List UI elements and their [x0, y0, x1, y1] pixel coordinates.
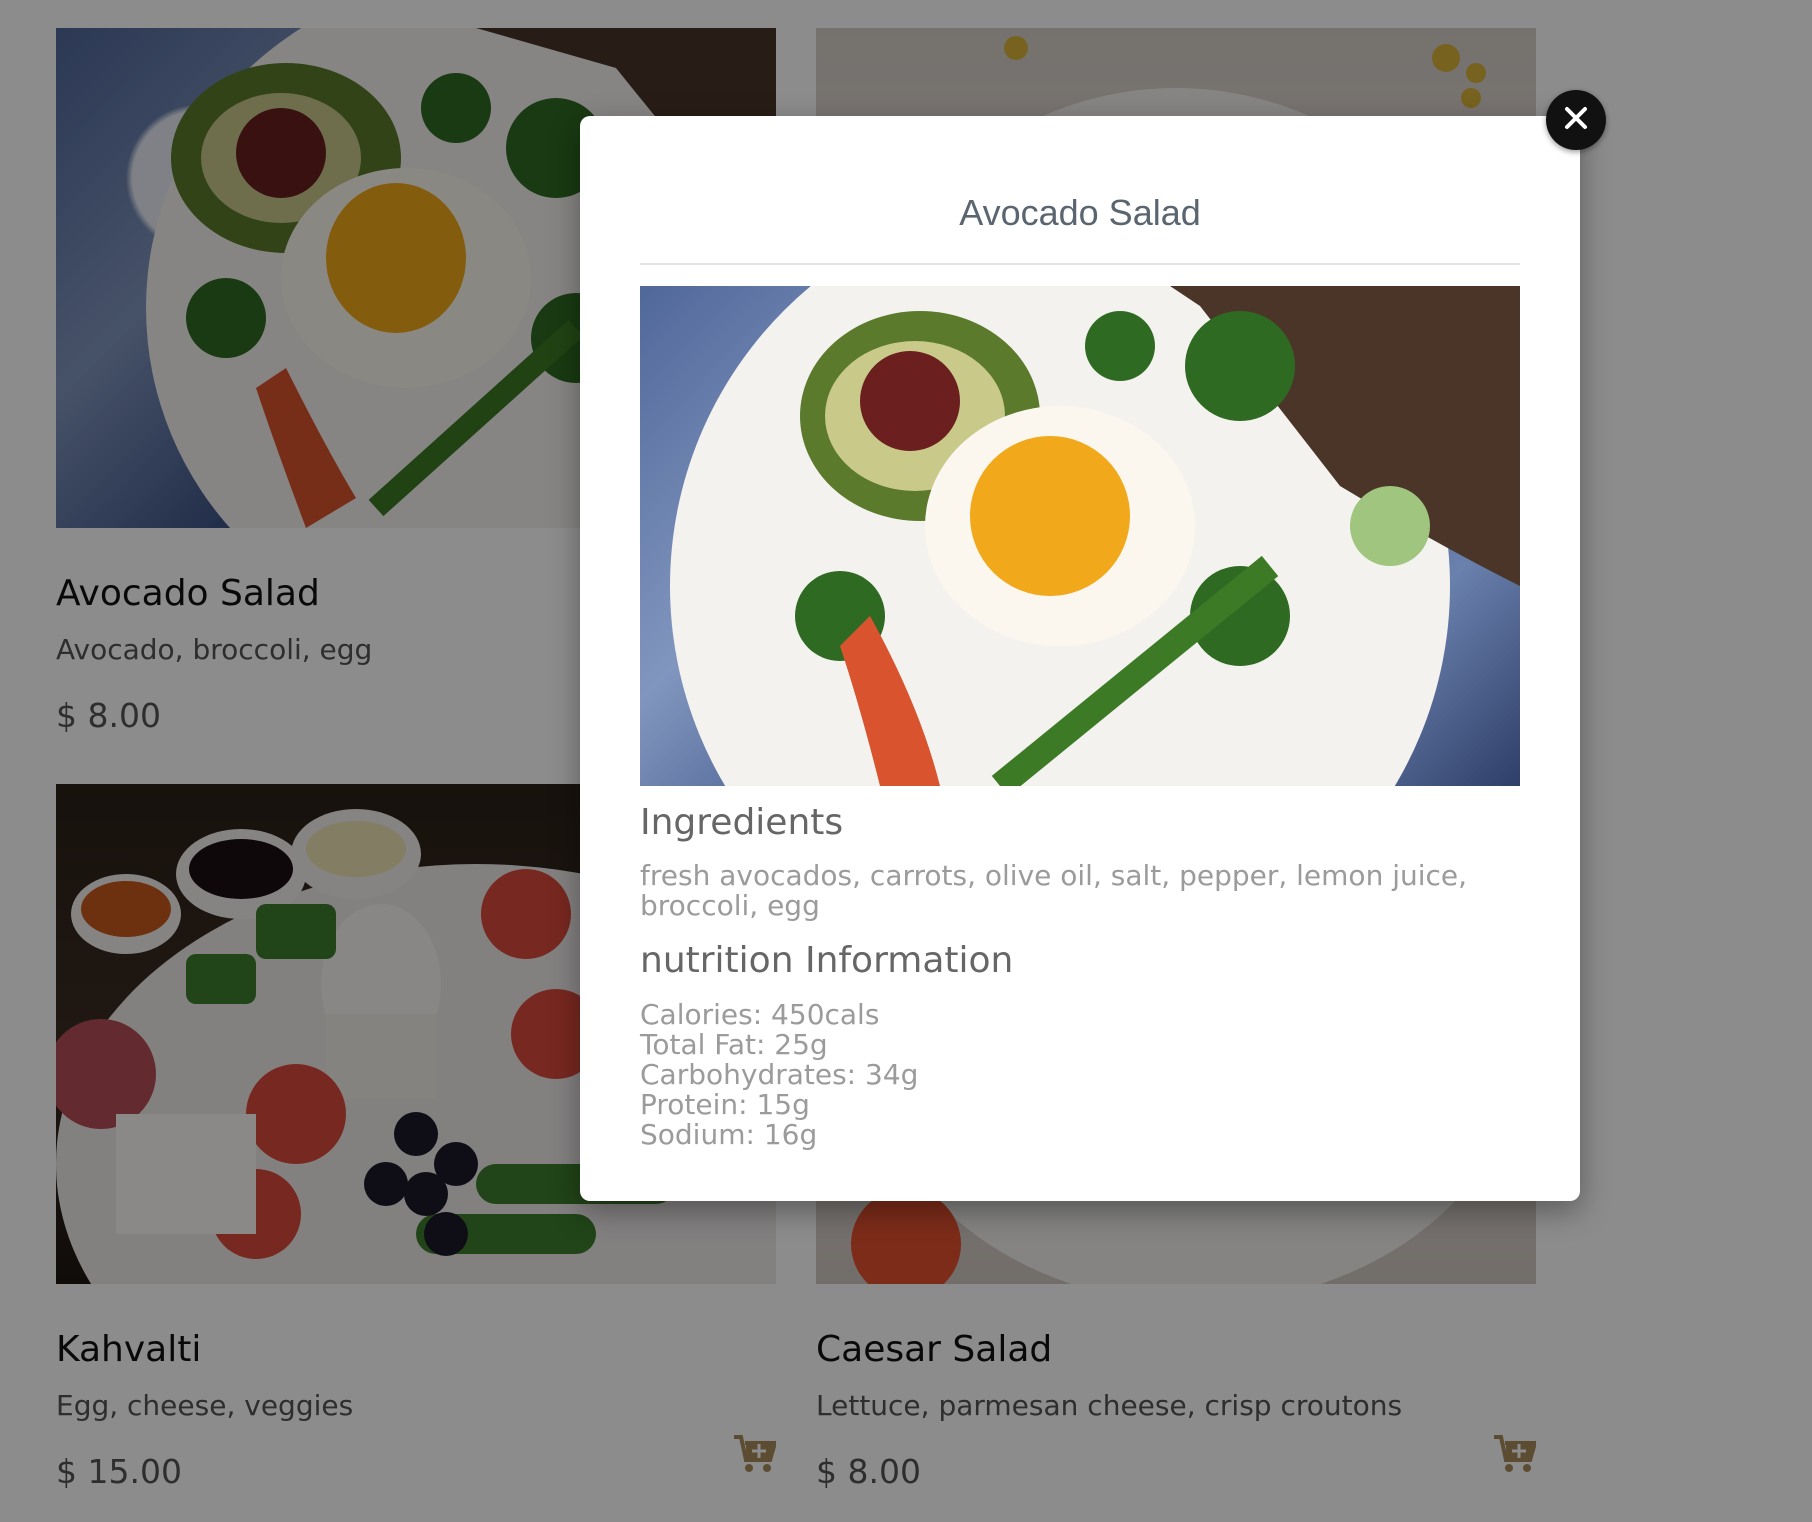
nutrition-item: Total Fat: 25g	[640, 1028, 828, 1061]
nutrition-item: Sodium: 16g	[640, 1118, 818, 1151]
divider	[640, 263, 1520, 265]
dish-details-modal: Avocado Salad Ingredients fresh avocados…	[580, 116, 1580, 1201]
modal-dish-image	[640, 286, 1520, 786]
close-button[interactable]	[1546, 90, 1606, 150]
modal-title: Avocado Salad	[959, 192, 1201, 233]
nutrition-heading: nutrition Information	[640, 940, 1014, 981]
close-icon	[1563, 105, 1589, 135]
nutrition-item: Protein: 15g	[640, 1088, 810, 1121]
ingredients-heading: Ingredients	[640, 802, 844, 843]
nutrition-list: Calories: 450cals Total Fat: 25g Carbohy…	[640, 1000, 1520, 1150]
nutrition-item: Calories: 450cals	[640, 998, 880, 1031]
ingredients-text: fresh avocados, carrots, olive oil, salt…	[640, 859, 1468, 922]
nutrition-item: Carbohydrates: 34g	[640, 1058, 919, 1091]
